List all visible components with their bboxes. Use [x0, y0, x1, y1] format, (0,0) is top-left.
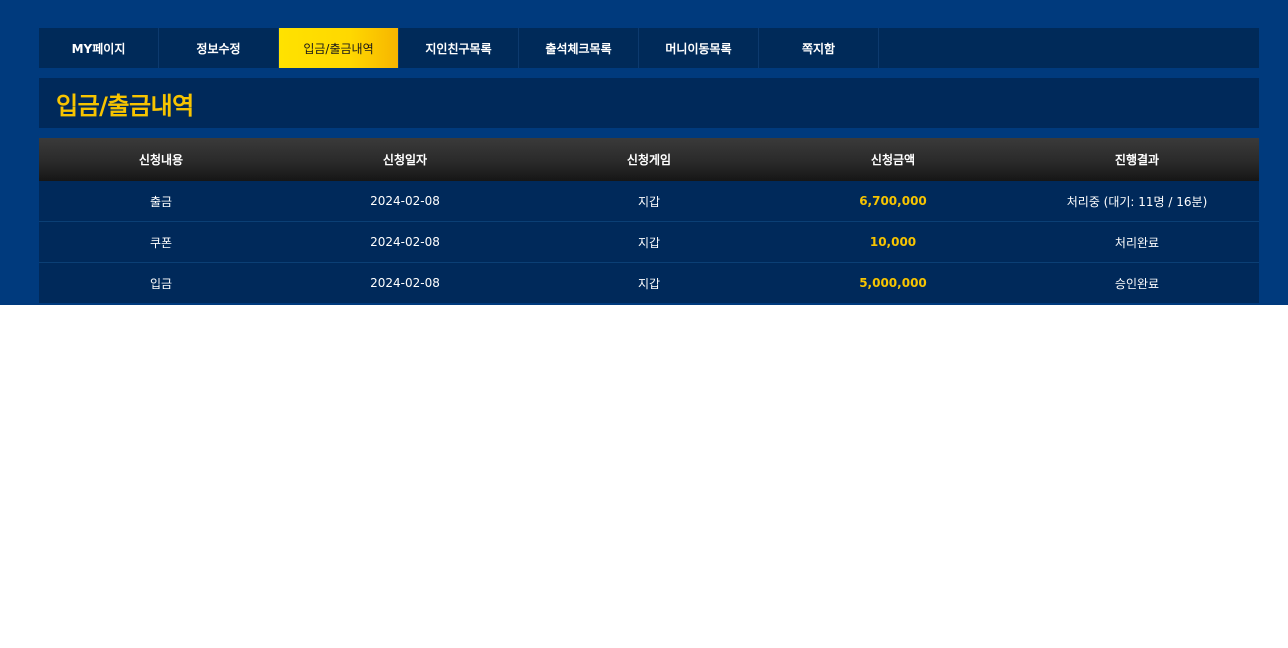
- tab-my-page[interactable]: MY페이지: [39, 28, 159, 68]
- table-row: 출금 2024-02-08 지갑 6,700,000 처리중 (대기: 11명 …: [39, 181, 1259, 222]
- tab-message-box[interactable]: 쪽지함: [759, 28, 879, 68]
- cell-request-type: 출금: [39, 181, 283, 222]
- tab-friend-list[interactable]: 지인친구목록: [399, 28, 519, 68]
- cell-result: 승인완료: [1015, 262, 1259, 303]
- cell-request-game: 지갑: [527, 221, 771, 263]
- column-header-request-date: 신청일자: [283, 138, 527, 181]
- tab-edit-info[interactable]: 정보수정: [159, 28, 279, 68]
- column-header-result: 진행결과: [1015, 138, 1259, 181]
- table-header-row: 신청내용 신청일자 신청게임 신청금액 진행결과: [39, 138, 1259, 181]
- column-header-request-amount: 신청금액: [771, 138, 1015, 181]
- table-row: 입금 2024-02-08 지갑 5,000,000 승인완료: [39, 262, 1259, 303]
- cell-request-amount: 6,700,000: [771, 181, 1015, 222]
- cell-request-amount: 5,000,000: [771, 262, 1015, 303]
- table-row: 쿠폰 2024-02-08 지갑 10,000 처리완료: [39, 221, 1259, 263]
- mypage-container: MY페이지 정보수정 입금/출금내역 지인친구목록 출석체크목록 머니이동목록 …: [39, 28, 1259, 303]
- cell-request-game: 지갑: [527, 262, 771, 303]
- column-header-request-type: 신청내용: [39, 138, 283, 181]
- tab-attendance-list[interactable]: 출석체크목록: [519, 28, 639, 68]
- cell-result: 처리중 (대기: 11명 / 16분): [1015, 181, 1259, 222]
- cell-request-type: 쿠폰: [39, 221, 283, 263]
- cell-request-amount: 10,000: [771, 221, 1015, 263]
- column-header-request-game: 신청게임: [527, 138, 771, 181]
- tab-money-transfer-list[interactable]: 머니이동목록: [639, 28, 759, 68]
- cell-request-date: 2024-02-08: [283, 221, 527, 263]
- page-title-bar: 입금/출금내역: [39, 78, 1259, 128]
- cell-request-type: 입금: [39, 262, 283, 303]
- mypage-tab-bar: MY페이지 정보수정 입금/출금내역 지인친구목록 출석체크목록 머니이동목록 …: [39, 28, 1259, 68]
- cell-request-date: 2024-02-08: [283, 181, 527, 222]
- cell-request-game: 지갑: [527, 181, 771, 222]
- page-title: 입금/출금내역: [56, 91, 194, 120]
- tab-deposit-withdraw-history[interactable]: 입금/출금내역: [279, 28, 399, 68]
- transaction-table: 신청내용 신청일자 신청게임 신청금액 진행결과 출금 2024-02-08 지…: [39, 138, 1259, 303]
- cell-request-date: 2024-02-08: [283, 262, 527, 303]
- cell-result: 처리완료: [1015, 221, 1259, 263]
